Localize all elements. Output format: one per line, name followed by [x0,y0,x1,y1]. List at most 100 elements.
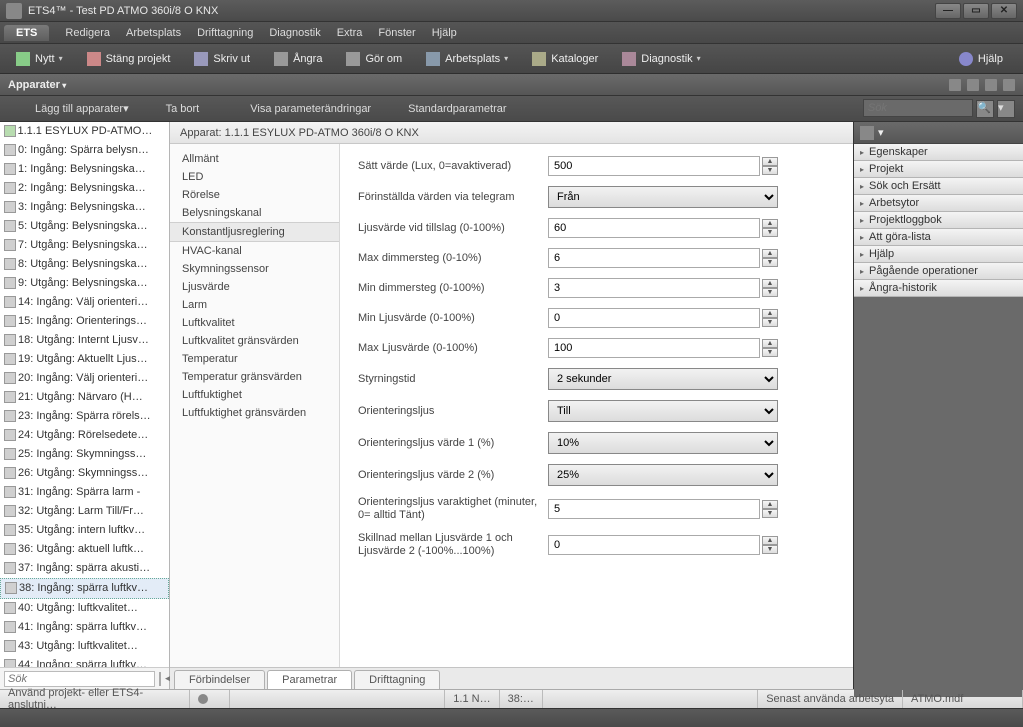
tree-item[interactable]: 15: Ingång: Orienterings… [0,312,169,331]
tree-item[interactable]: 26: Utgång: Skymningss… [0,464,169,483]
category-item[interactable]: Temperatur gränsvärden [170,368,339,386]
param-select[interactable]: 2 sekunder [548,368,778,390]
lagg-till-apparater-button[interactable]: Lägg till apparater ▾ [8,102,139,115]
tree-item[interactable]: 21: Utgång: Närvaro (H… [0,388,169,407]
tree-item[interactable]: 5: Utgång: Belysningska… [0,217,169,236]
tree-item[interactable]: 37: Ingång: spärra akusti… [0,559,169,578]
tree-item[interactable]: 18: Utgång: Internt Ljusv… [0,331,169,350]
tree-root[interactable]: ▣ 1.1.1 ESYLUX PD-ATMO… [0,122,169,141]
sidebar-accordion-item[interactable]: Projekt [854,161,1023,178]
sidebar-accordion-item[interactable]: Sök och Ersätt [854,178,1023,195]
search-dropdown-icon[interactable]: ▾ [997,100,1015,118]
param-input[interactable] [548,278,760,298]
standardparametrar-button[interactable]: Standardparametrar [381,103,516,115]
menu-fonster[interactable]: Fönster [370,27,423,39]
param-select[interactable]: Från [548,186,778,208]
sidebar-accordion-item[interactable]: Egenskaper [854,144,1023,161]
tree-item[interactable]: 7: Utgång: Belysningska… [0,236,169,255]
category-item[interactable]: LED [170,168,339,186]
sidebar-accordion-item[interactable]: Hjälp [854,246,1023,263]
category-item[interactable]: Luftkvalitet [170,314,339,332]
spin-down-icon[interactable]: ▼ [762,545,778,554]
sidebar-accordion-item[interactable]: Pågående operationer [854,263,1023,280]
menu-redigera[interactable]: Redigera [57,27,118,39]
panel-max-icon[interactable] [985,79,997,91]
param-select[interactable]: 10% [548,432,778,454]
spin-down-icon[interactable]: ▼ [762,288,778,297]
hjalp-button[interactable]: Hjälp [949,47,1013,71]
spin-down-icon[interactable]: ▼ [762,509,778,518]
menu-diagnostik[interactable]: Diagnostik [261,27,328,39]
status-connection[interactable]: Använd projekt- eller ETS4-anslutni… [0,690,190,708]
stang-projekt-button[interactable]: Stäng projekt [77,47,181,71]
spin-up-icon[interactable]: ▲ [762,309,778,318]
maximize-button[interactable]: ▭ [963,3,989,19]
spin-up-icon[interactable]: ▲ [762,536,778,545]
param-input[interactable] [548,308,760,328]
tree-item[interactable]: 19: Utgång: Aktuellt Ljus… [0,350,169,369]
category-item[interactable]: Skymningssensor [170,260,339,278]
menu-drifttagning[interactable]: Drifttagning [189,27,261,39]
sidebar-accordion-item[interactable]: Ångra-historik [854,280,1023,297]
panel-search-input[interactable] [863,99,973,117]
param-input[interactable] [548,248,760,268]
tree-item[interactable]: 14: Ingång: Välj orienteri… [0,293,169,312]
angra-button[interactable]: Ångra [264,47,332,71]
spin-down-icon[interactable]: ▼ [762,166,778,175]
panel-title[interactable]: Apparater [8,79,66,91]
category-item[interactable]: Konstantljusreglering [170,222,339,242]
tree-item[interactable]: 9: Utgång: Belysningska… [0,274,169,293]
sidebar-accordion-item[interactable]: Att göra-lista [854,229,1023,246]
spin-up-icon[interactable]: ▲ [762,157,778,166]
nytt-button[interactable]: Nytt [6,47,73,71]
param-input[interactable] [548,499,760,519]
search-icon[interactable]: 🔍 [976,100,994,118]
minimize-button[interactable]: — [935,3,961,19]
category-item[interactable]: Larm [170,296,339,314]
tree-item[interactable]: 25: Ingång: Skymningss… [0,445,169,464]
category-item[interactable]: HVAC-kanal [170,242,339,260]
kataloger-button[interactable]: Kataloger [522,47,608,71]
tree-item[interactable]: 31: Ingång: Spärra larm - [0,483,169,502]
arbetsplats-button[interactable]: Arbetsplats [416,47,518,71]
panel-close-icon[interactable] [1003,79,1015,91]
sidebar-accordion-item[interactable]: Projektloggbok [854,212,1023,229]
category-item[interactable]: Luftfuktighet [170,386,339,404]
search-icon[interactable] [159,672,161,686]
spin-up-icon[interactable]: ▲ [762,500,778,509]
menu-extra[interactable]: Extra [329,27,371,39]
tree-search-input[interactable] [4,671,155,687]
diagnostik-button[interactable]: Diagnostik [612,47,710,71]
spin-up-icon[interactable]: ▲ [762,249,778,258]
bottom-tab[interactable]: Drifttagning [354,670,440,689]
tree-item[interactable]: 8: Utgång: Belysningska… [0,255,169,274]
spin-down-icon[interactable]: ▼ [762,348,778,357]
close-button[interactable]: ✕ [991,3,1017,19]
bottom-tab[interactable]: Förbindelser [174,670,265,689]
tree-item[interactable]: 32: Utgång: Larm Till/Fr… [0,502,169,521]
menu-hjalp[interactable]: Hjälp [424,27,465,39]
spin-down-icon[interactable]: ▼ [762,258,778,267]
menu-ets[interactable]: ETS [4,25,49,41]
panel-view-icon[interactable] [949,79,961,91]
chevron-down-icon[interactable]: ▾ [878,126,884,139]
category-item[interactable]: Temperatur [170,350,339,368]
tree-item[interactable]: 43: Utgång: luftkvalitet… [0,637,169,656]
skriv-ut-button[interactable]: Skriv ut [184,47,260,71]
tree-item[interactable]: 24: Utgång: Rörelsedete… [0,426,169,445]
tree-item[interactable]: 36: Utgång: aktuell luftk… [0,540,169,559]
tree-item[interactable]: 3: Ingång: Belysningska… [0,198,169,217]
param-select[interactable]: 25% [548,464,778,486]
menu-arbetsplats[interactable]: Arbetsplats [118,27,189,39]
bottom-tab[interactable]: Parametrar [267,670,352,689]
param-input[interactable] [548,156,760,176]
tree-item[interactable]: 23: Ingång: Spärra rörels… [0,407,169,426]
tree-item[interactable]: 40: Utgång: luftkvalitet… [0,599,169,618]
gor-om-button[interactable]: Gör om [336,47,412,71]
param-input[interactable] [548,338,760,358]
spin-up-icon[interactable]: ▲ [762,339,778,348]
tree-item[interactable]: 35: Utgång: intern luftkv… [0,521,169,540]
tree-item[interactable]: 1: Ingång: Belysningska… [0,160,169,179]
panel-restore-icon[interactable] [967,79,979,91]
spin-up-icon[interactable]: ▲ [762,279,778,288]
